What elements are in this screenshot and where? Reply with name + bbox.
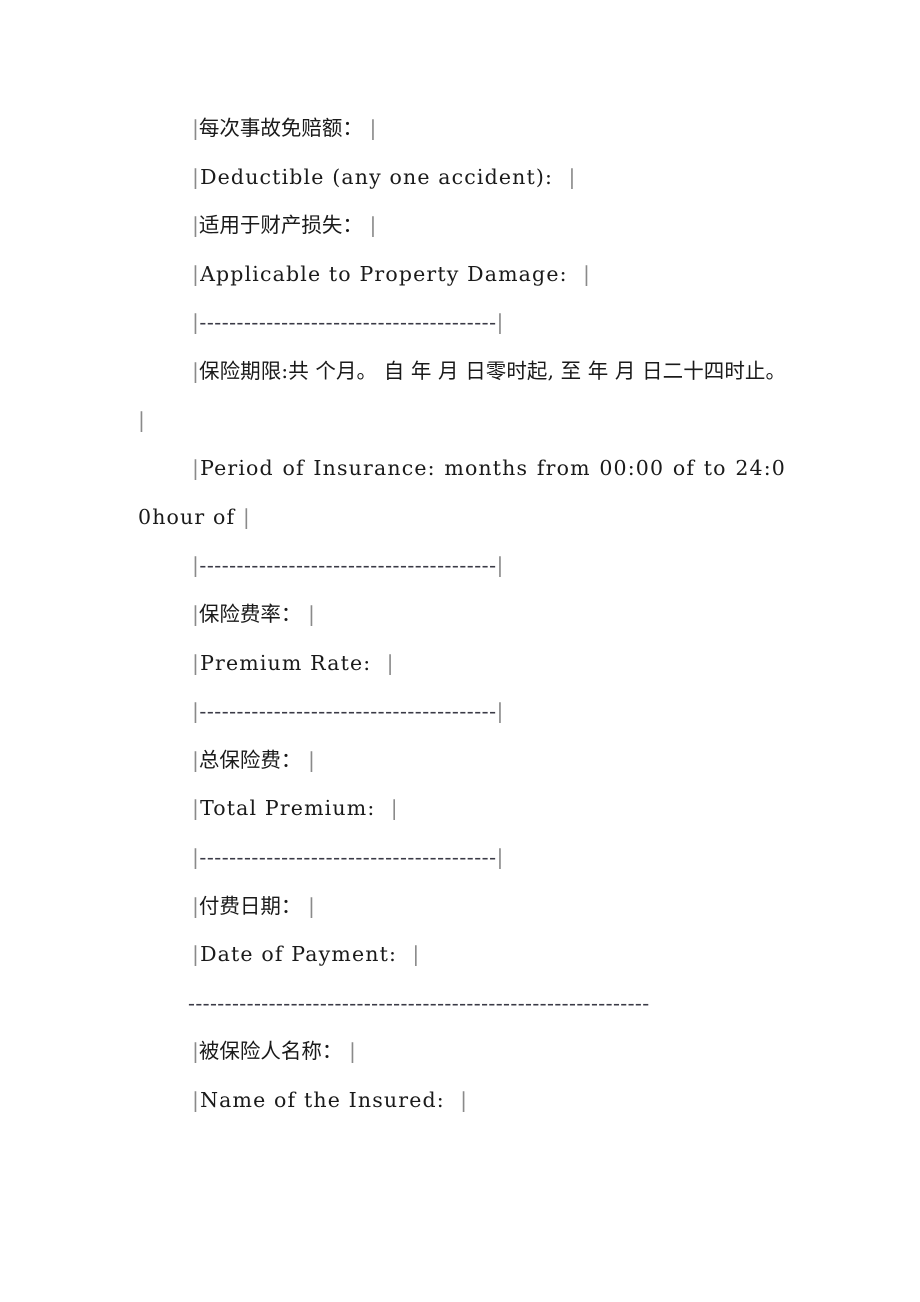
table-delimiter-pipe: |	[192, 456, 201, 481]
table-delimiter-pipe: |	[496, 844, 504, 869]
table-delimiter-pipe: |	[496, 310, 504, 335]
table-delimiter-pipe: |	[307, 893, 315, 918]
table-delimiter-pipe: |	[192, 261, 201, 286]
table-delimiter-pipe: |	[192, 1039, 199, 1064]
line-date-of-payment-cn: |付费日期： |	[192, 893, 315, 918]
separator-rule-4: |---------------------------------------…	[138, 833, 786, 882]
separator-dashes: ----------------------------------------	[199, 553, 497, 578]
table-delimiter-pipe: |	[412, 942, 421, 967]
table-delimiter-pipe: |	[192, 164, 201, 189]
table-delimiter-pipe: |	[496, 553, 504, 578]
line-total-premium-cn: |总保险费： |	[192, 747, 315, 772]
separator-rule-1: |---------------------------------------…	[138, 298, 786, 347]
table-delimiter-pipe: |	[496, 699, 504, 724]
separator-dashes: ----------------------------------------	[199, 310, 497, 335]
table-delimiter-pipe: |	[583, 261, 592, 286]
table-delimiter-pipe: |	[192, 650, 201, 675]
line-applicable-property-damage-cn: |适用于财产损失： |	[192, 213, 377, 238]
line-name-of-insured-cn: |被保险人名称： |	[192, 1039, 356, 1064]
table-delimiter-pipe: |	[192, 796, 201, 821]
separator-dashes: ----------------------------------------	[199, 844, 497, 869]
table-delimiter-pipe: |	[369, 213, 377, 238]
document-text-body: |每次事故免赔额： | |Deductible (any one acciden…	[138, 104, 786, 1124]
table-delimiter-pipe: |	[192, 1087, 201, 1112]
separator-dashes: ----------------------------------------	[199, 699, 497, 724]
long-horizontal-rule: ----------------------------------------…	[188, 990, 650, 1015]
table-delimiter-pipe: |	[307, 601, 315, 626]
table-delimiter-pipe: |	[192, 942, 201, 967]
line-premium-rate-cn: |保险费率： |	[192, 601, 315, 626]
table-delimiter-pipe: |	[192, 213, 199, 238]
line-name-of-insured-en: |Name of the Insured: |	[192, 1087, 469, 1112]
table-delimiter-pipe: |	[192, 116, 199, 140]
table-delimiter-pipe: |	[348, 1039, 356, 1064]
table-delimiter-pipe: |	[192, 358, 199, 383]
table-delimiter-pipe: |	[192, 601, 199, 626]
line-total-premium-en: |Total Premium: |	[192, 796, 399, 821]
table-delimiter-pipe: |	[369, 116, 377, 140]
line-date-of-payment-en: |Date of Payment: |	[192, 942, 421, 967]
line-deductible-cn: |每次事故免赔额： |	[192, 116, 377, 140]
separator-rule-3: |---------------------------------------…	[138, 687, 786, 736]
line-premium-rate-en: |Premium Rate: |	[192, 650, 395, 675]
table-delimiter-pipe: |	[242, 504, 251, 529]
line-applicable-property-damage-en: |Applicable to Property Damage: |	[192, 261, 592, 286]
table-delimiter-pipe: |	[460, 1087, 469, 1112]
line-period-of-insurance-en: |Period of Insurance: months from 00:00 …	[138, 456, 786, 529]
table-delimiter-pipe: |	[386, 650, 395, 675]
separator-rule-2: |---------------------------------------…	[138, 541, 786, 590]
table-delimiter-pipe: |	[192, 893, 199, 918]
table-delimiter-pipe: |	[192, 747, 199, 772]
table-delimiter-pipe: |	[138, 407, 145, 432]
line-period-of-insurance-cn: |保险期限:共 个月。 自 年 月 日零时起, 至 年 月 日二十四时止。 |	[138, 358, 786, 432]
document-page: |每次事故免赔额： | |Deductible (any one acciden…	[0, 0, 920, 1302]
table-delimiter-pipe: |	[390, 796, 399, 821]
table-delimiter-pipe: |	[307, 747, 315, 772]
table-delimiter-pipe: |	[568, 164, 577, 189]
line-deductible-en: |Deductible (any one accident): |	[192, 164, 577, 189]
